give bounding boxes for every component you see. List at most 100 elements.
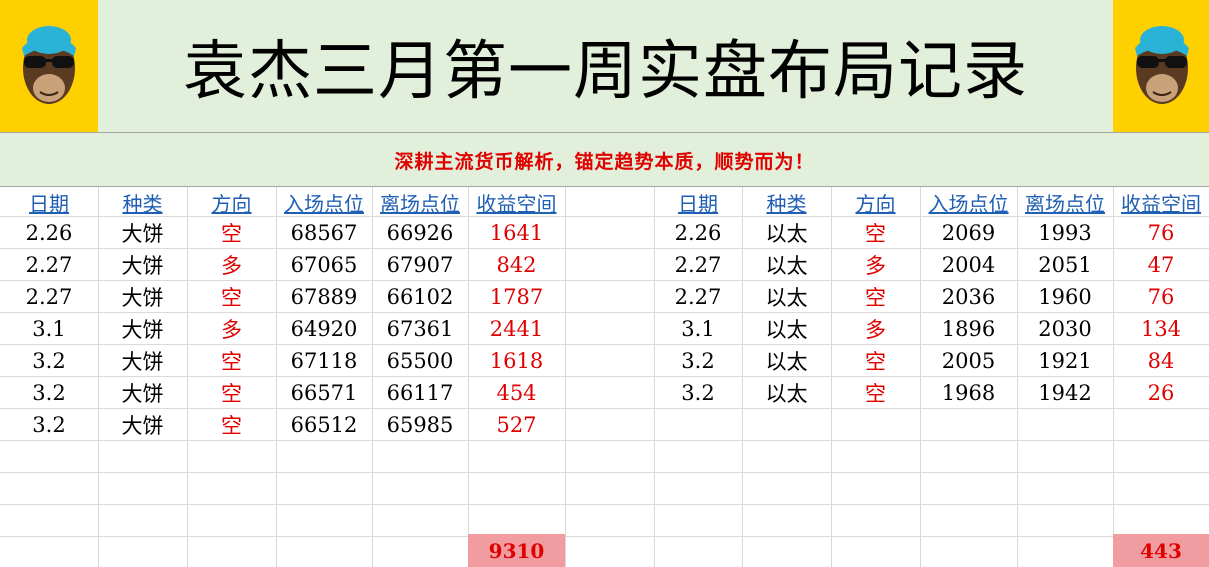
table-cell: 67907 bbox=[386, 253, 454, 277]
right-total-profit: 443 bbox=[1113, 534, 1209, 567]
table-cell: 多 bbox=[865, 318, 886, 342]
table-cell: 842 bbox=[496, 253, 537, 277]
table-cell: 26 bbox=[1147, 381, 1175, 405]
table-cell: 1993 bbox=[1038, 221, 1092, 245]
table-cell: 多 bbox=[865, 254, 886, 278]
table-cell: 1896 bbox=[941, 317, 996, 341]
table-cell: 64920 bbox=[290, 317, 358, 341]
header-entry: 入场点位 bbox=[928, 191, 1009, 216]
subtitle-bar: 深耕主流货币解析，锚定趋势本质，顺势而为！ bbox=[0, 132, 1209, 187]
table-cell: 以太 bbox=[765, 286, 808, 310]
page-title: 袁杰三月第一周实盘布局记录 bbox=[183, 35, 1028, 109]
grid-hline bbox=[0, 536, 1209, 537]
table-cell: 527 bbox=[496, 413, 537, 437]
table-cell: 66571 bbox=[290, 381, 358, 405]
table-cell: 2.27 bbox=[25, 285, 73, 309]
table-cell: 1921 bbox=[1038, 349, 1092, 373]
table-cell: 2441 bbox=[489, 317, 544, 341]
records-grid: 日期 种类 方向 入场点位 离场点位 收益空间 日期 种类 方向 入场点位 离场点位 收益空间 2.26… bbox=[0, 187, 1209, 567]
table-cell: 空 bbox=[865, 222, 886, 246]
header-direction: 方向 bbox=[211, 191, 252, 216]
table-cell: 2.26 bbox=[674, 221, 722, 245]
table-cell: 2030 bbox=[1038, 317, 1092, 341]
header-profit: 收益空间 bbox=[476, 191, 557, 216]
header-exit: 离场点位 bbox=[1025, 191, 1105, 216]
table-cell: 3.2 bbox=[681, 349, 715, 373]
table-cell: 134 bbox=[1140, 317, 1182, 341]
table-cell: 2036 bbox=[941, 285, 996, 309]
table-cell: 2.27 bbox=[674, 285, 722, 309]
table-cell: 大饼 bbox=[121, 350, 164, 374]
table-cell: 大饼 bbox=[121, 318, 164, 342]
header-date: 日期 bbox=[29, 191, 69, 216]
header-entry: 入场点位 bbox=[284, 191, 364, 216]
table-cell: 1618 bbox=[489, 349, 544, 373]
table-cell: 多 bbox=[221, 318, 242, 342]
table-cell: 空 bbox=[865, 350, 886, 374]
table-cell: 3.2 bbox=[32, 413, 66, 437]
table-cell: 空 bbox=[865, 286, 886, 310]
table-cell: 空 bbox=[221, 222, 242, 246]
table-cell: 66926 bbox=[386, 221, 454, 245]
table-cell: 3.2 bbox=[32, 381, 66, 405]
grid-vline bbox=[565, 187, 566, 567]
table-cell: 以太 bbox=[765, 318, 808, 342]
table-cell: 空 bbox=[221, 382, 242, 406]
table-cell: 66102 bbox=[386, 285, 454, 309]
table-cell: 1942 bbox=[1038, 381, 1092, 405]
table-cell: 2.27 bbox=[674, 253, 722, 277]
monkey-logo-icon bbox=[22, 26, 76, 104]
table-cell: 大饼 bbox=[121, 286, 164, 310]
table-cell: 3.2 bbox=[681, 381, 715, 405]
table-cell: 以太 bbox=[765, 254, 808, 278]
header-banner: 袁杰三月第一周实盘布局记录 bbox=[0, 0, 1209, 132]
table-cell: 大饼 bbox=[121, 222, 164, 246]
table-cell: 以太 bbox=[765, 350, 808, 374]
subtitle-text: 深耕主流货币解析，锚定趋势本质，顺势而为！ bbox=[394, 151, 815, 173]
table-cell: 47 bbox=[1147, 253, 1175, 277]
table-cell: 66117 bbox=[386, 381, 454, 405]
table-cell: 67889 bbox=[290, 285, 358, 309]
table-cell: 以太 bbox=[765, 382, 808, 406]
table-cell: 2.27 bbox=[25, 253, 73, 277]
table-cell: 以太 bbox=[765, 222, 808, 246]
table-cell: 大饼 bbox=[121, 254, 164, 278]
table-cell: 空 bbox=[221, 286, 242, 310]
table-cell: 3.1 bbox=[32, 317, 66, 341]
table-cell: 66512 bbox=[290, 413, 358, 437]
table-cell: 1960 bbox=[1038, 285, 1092, 309]
header-exit: 离场点位 bbox=[380, 191, 460, 216]
table-cell: 空 bbox=[221, 350, 242, 374]
monkey-logo-icon bbox=[1135, 26, 1189, 104]
header-date: 日期 bbox=[678, 191, 718, 216]
table-cell: 空 bbox=[221, 414, 242, 438]
table-cell: 65985 bbox=[386, 413, 454, 437]
table-cell: 空 bbox=[865, 382, 886, 406]
table-cell: 1641 bbox=[489, 221, 544, 245]
header-direction: 方向 bbox=[855, 191, 896, 216]
table-cell: 2004 bbox=[941, 253, 996, 277]
table-cell: 3.1 bbox=[681, 317, 715, 341]
logo-right bbox=[1113, 0, 1209, 132]
left-total-profit: 9310 bbox=[468, 534, 565, 567]
table-cell: 2005 bbox=[941, 349, 996, 373]
header-profit: 收益空间 bbox=[1121, 191, 1201, 216]
table-cell: 1968 bbox=[941, 381, 996, 405]
table-cell: 454 bbox=[496, 381, 537, 405]
table-cell: 大饼 bbox=[121, 382, 164, 406]
grid-hline bbox=[0, 504, 1209, 505]
table-cell: 2051 bbox=[1038, 253, 1092, 277]
table-cell: 67118 bbox=[290, 349, 358, 373]
table-cell: 多 bbox=[221, 254, 242, 278]
table-cell: 3.2 bbox=[32, 349, 66, 373]
table-cell: 大饼 bbox=[121, 414, 164, 438]
table-cell: 2069 bbox=[941, 221, 996, 245]
table-cell: 84 bbox=[1147, 349, 1175, 373]
table-cell: 76 bbox=[1147, 285, 1175, 309]
logo-left bbox=[0, 0, 98, 132]
header-type: 种类 bbox=[766, 191, 807, 216]
table-cell: 68567 bbox=[290, 221, 358, 245]
header-type: 种类 bbox=[122, 191, 163, 216]
table-cell: 1787 bbox=[489, 285, 544, 309]
table-cell: 65500 bbox=[386, 349, 454, 373]
